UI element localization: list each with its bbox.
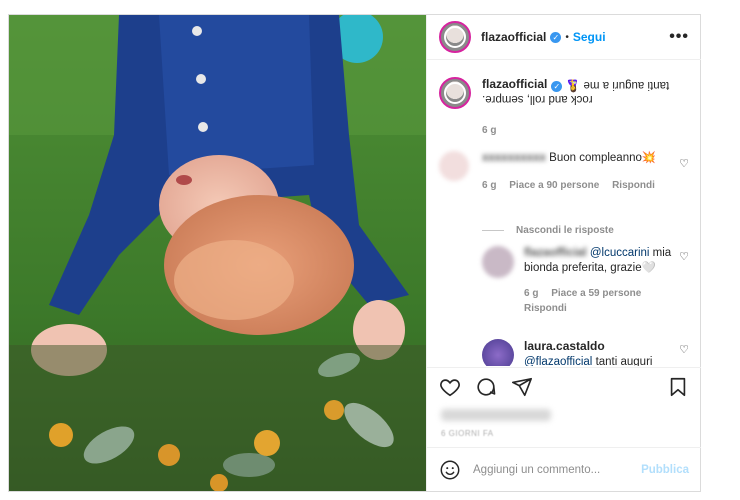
caption-meta: 6 g — [482, 124, 689, 138]
heart-icon[interactable]: ♡ — [679, 157, 689, 170]
commenter-avatar[interactable] — [439, 151, 469, 181]
publish-button[interactable]: Pubblica — [641, 464, 689, 476]
follow-button[interactable]: Segui — [573, 30, 606, 44]
heart-icon[interactable]: ♡ — [679, 343, 689, 356]
reply-item: ♡ flazaofficial @lcuccarini mia bionda p… — [482, 246, 689, 316]
send-icon[interactable] — [511, 376, 533, 398]
instagram-post: flazaofficial ✓ • Segui ••• flazaofficia… — [8, 14, 701, 492]
heart-icon[interactable] — [439, 376, 461, 398]
reply-text: tanti auguri — [595, 356, 653, 366]
divider-line — [482, 230, 504, 231]
verified-badge-icon: ✓ — [550, 31, 562, 43]
reply-item: ♡ laura.castaldo @flazaofficial tanti au… — [482, 339, 689, 366]
reply-avatar[interactable] — [482, 246, 514, 278]
post-date: 6 GIORNI FA — [441, 429, 494, 438]
comment-item: ♡ xxxxxxxxxx Buon compleanno💥 6 g Piace … — [439, 151, 689, 193]
bookmark-icon[interactable] — [667, 376, 689, 398]
comment-age: 6 g — [482, 180, 497, 191]
author-avatar[interactable] — [439, 21, 471, 53]
more-options-icon[interactable]: ••• — [669, 28, 689, 46]
caption-username[interactable]: flazaofficial — [482, 77, 547, 91]
comment-text: Buon compleanno💥 — [549, 152, 657, 164]
comment-icon[interactable] — [475, 376, 497, 398]
comment-input[interactable] — [473, 463, 642, 476]
action-bar — [427, 367, 701, 405]
caption-avatar[interactable] — [439, 77, 471, 109]
post-header: flazaofficial ✓ • Segui ••• — [427, 15, 701, 60]
caption-text-line2: rock and roll, sempre. — [482, 93, 593, 105]
reply-mention[interactable]: @flazaofficial — [524, 356, 592, 366]
reply-age: 6 g — [524, 288, 539, 299]
reply-mention[interactable]: @lcuccarini — [590, 247, 650, 259]
post-photo[interactable] — [9, 15, 426, 491]
reply-avatar[interactable] — [482, 339, 514, 366]
separator-dot: • — [565, 31, 569, 43]
caption-age: 6 g — [482, 125, 497, 136]
hide-replies-button[interactable]: Nascondi le risposte — [482, 225, 614, 236]
reply-button[interactable]: Rispondi — [524, 303, 567, 314]
reply-button[interactable]: Rispondi — [612, 180, 655, 191]
reply-likes[interactable]: Piace a 59 persone — [551, 288, 641, 299]
add-comment-bar: Pubblica — [427, 447, 701, 491]
comment-likes[interactable]: Piace a 90 persone — [509, 180, 599, 191]
post-image — [9, 15, 426, 491]
caption: flazaofficial ✓ tanti auguri a me 🤱 rock … — [439, 77, 689, 138]
verified-badge-icon: ✓ — [551, 81, 563, 92]
hide-replies-label: Nascondi le risposte — [516, 225, 614, 236]
reply-username-blurred[interactable]: flazaofficial — [524, 246, 587, 261]
reply-username[interactable]: laura.castaldo — [524, 339, 605, 353]
caption-text-line1: tanti auguri a me 🤱 — [565, 79, 669, 91]
post-side-panel: flazaofficial ✓ • Segui ••• flazaofficia… — [426, 15, 701, 491]
commenter-username-blurred[interactable]: xxxxxxxxxx — [482, 151, 546, 166]
reply-meta: 6 g Piace a 59 persone Rispondi — [524, 286, 689, 316]
comment-meta: 6 g Piace a 90 persone Rispondi — [482, 178, 689, 193]
heart-icon[interactable]: ♡ — [679, 250, 689, 263]
author-username[interactable]: flazaofficial — [481, 30, 546, 44]
comments-section[interactable]: flazaofficial ✓ tanti auguri a me 🤱 rock … — [427, 61, 701, 366]
likes-count-blurred[interactable] — [441, 409, 551, 421]
emoji-icon[interactable] — [439, 459, 461, 481]
